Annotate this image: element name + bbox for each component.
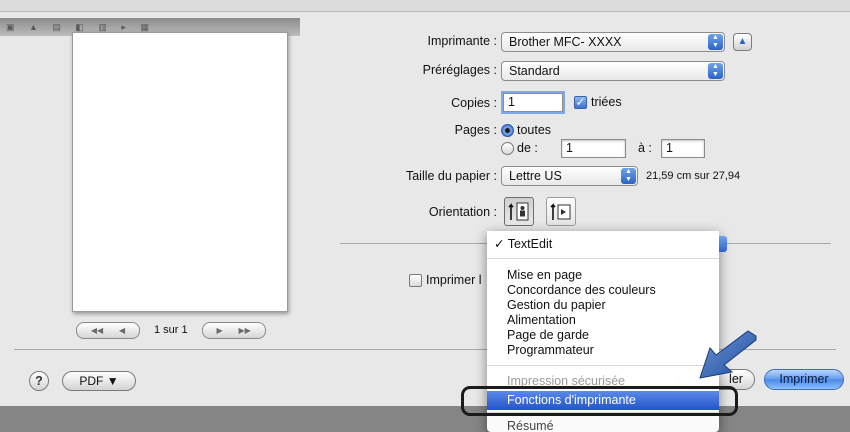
pages-from-label: de : <box>517 141 538 155</box>
checkmark-icon: ✓ <box>494 237 508 251</box>
pointer-arrow-icon <box>699 330 757 379</box>
orientation-label: Orientation : <box>428 205 497 219</box>
checkmark-icon: ✓ <box>575 95 586 109</box>
pdf-menu-button[interactable]: PDF ▼ <box>62 371 136 391</box>
print-button[interactable]: Imprimer <box>764 369 844 390</box>
menu-item-alimentation[interactable]: Alimentation <box>487 313 719 328</box>
pager-label: 1 sur 1 <box>154 324 188 336</box>
disclosure-up-icon: ▲ <box>737 36 748 47</box>
presets-select[interactable]: Standard ▲ ▼ <box>501 61 725 81</box>
next-page-icon: ▶ <box>216 325 223 335</box>
pages-range-radio[interactable] <box>501 142 514 155</box>
pager-forward-button[interactable]: ▶ ▶▶ <box>201 321 266 339</box>
copies-input[interactable]: 1 <box>503 93 563 112</box>
landscape-orientation-icon <box>550 203 571 220</box>
paper-size-select[interactable]: Lettre US ▲ ▼ <box>501 166 638 186</box>
stepper-arrows-icon: ▲ ▼ <box>708 63 723 79</box>
printer-select[interactable]: Brother MFC- XXXX ▲ ▼ <box>501 32 725 52</box>
menu-item-gestion-papier[interactable]: Gestion du papier <box>487 298 719 313</box>
printer-value: Brother MFC- XXXX <box>509 35 622 49</box>
panel-separator-left <box>340 243 487 244</box>
menu-item-page-de-garde[interactable]: Page de garde <box>487 328 719 343</box>
page-preview <box>72 32 288 312</box>
prev-page-icon: ◀ <box>118 325 126 335</box>
stepper-arrows-icon: ▲ ▼ <box>621 168 636 184</box>
printer-label: Imprimante : <box>427 34 497 48</box>
menu-item-concordance-couleurs[interactable]: Concordance des couleurs <box>487 283 719 298</box>
pages-from-input[interactable]: 1 <box>561 139 626 158</box>
pages-all-radio[interactable] <box>501 124 514 137</box>
print-headers-checkbox[interactable] <box>409 274 422 287</box>
pages-label: Pages : <box>454 123 497 137</box>
first-page-icon: ◀◀ <box>90 325 104 335</box>
pager-back-button[interactable]: ◀◀ ◀ <box>76 321 140 339</box>
highlight-ring <box>461 386 738 416</box>
paper-size-label: Taille du papier : <box>405 169 497 183</box>
orientation-portrait-button[interactable] <box>504 197 534 226</box>
expand-dialog-button[interactable]: ▲ <box>733 33 752 51</box>
menu-item-programmateur[interactable]: Programmateur <box>487 343 719 358</box>
pages-to-input[interactable]: 1 <box>661 139 705 158</box>
menu-separator <box>487 365 719 366</box>
help-question-icon: ? <box>35 374 43 388</box>
menu-separator <box>487 258 719 259</box>
preview-pager: ◀◀ ◀ 1 sur 1 ▶ ▶▶ <box>76 321 266 339</box>
print-headers-label: Imprimer l <box>426 273 482 287</box>
menu-item-textedit[interactable]: ✓ TextEdit <box>487 237 719 252</box>
last-page-icon: ▶▶ <box>238 325 251 335</box>
paper-dimensions: 21,59 cm sur 27,94 <box>646 170 741 182</box>
panel-menu-stepper-icon <box>719 236 727 252</box>
collated-checkbox[interactable]: ✓ <box>574 96 587 109</box>
window-title-area <box>0 0 850 12</box>
portrait-orientation-icon <box>508 202 529 221</box>
menu-item-label: TextEdit <box>507 237 553 251</box>
collated-label: triées <box>591 95 622 109</box>
menu-item-resume[interactable]: Résumé <box>487 419 719 432</box>
pages-to-label: à : <box>638 141 652 155</box>
panel-separator-right <box>719 243 831 244</box>
paper-size-value: Lettre US <box>509 169 562 183</box>
stepper-arrows-icon: ▲ ▼ <box>708 34 723 50</box>
copies-label: Copies : <box>451 96 497 110</box>
pages-all-label: toutes <box>517 123 552 137</box>
menu-item-mise-en-page[interactable]: Mise en page <box>487 268 719 283</box>
print-dialog: ▣ ▲ ▤ ◧ ▥ ▸ ▦ ◀◀ ◀ 1 sur 1 ▶ ▶▶ Impriman… <box>0 0 850 432</box>
presets-label: Préréglages : <box>422 63 497 77</box>
help-button[interactable]: ? <box>29 371 49 391</box>
orientation-landscape-button[interactable] <box>546 197 576 226</box>
presets-value: Standard <box>509 64 560 78</box>
